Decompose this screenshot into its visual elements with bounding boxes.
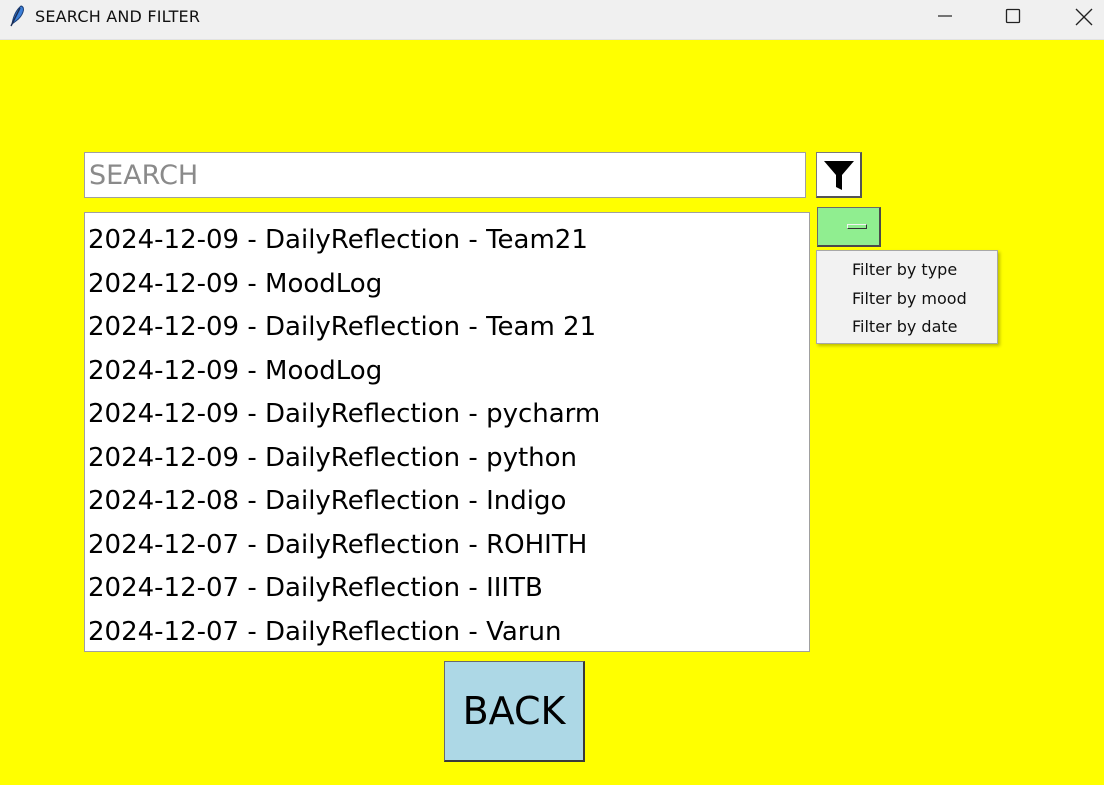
filter-dropdown-menu: Filter by type Filter by mood Filter by … [816,250,998,344]
search-input[interactable] [84,152,806,198]
list-item[interactable]: 2024-12-07 - DailyReflection - Varun [88,611,809,652]
list-item[interactable]: 2024-12-08 - DailyReflection - Indigo [88,480,809,524]
menu-item-filter-by-type[interactable]: Filter by type [817,257,997,286]
option-menu-indicator-icon [847,224,867,229]
list-item[interactable]: 2024-12-09 - DailyReflection - Team21 [88,219,809,263]
maximize-button[interactable] [978,0,1048,32]
filter-button[interactable] [816,152,862,198]
entry-list[interactable]: 2024-12-09 - DailyReflection - Team21 20… [84,212,810,652]
list-item[interactable]: 2024-12-09 - DailyReflection - python [88,437,809,481]
menu-item-filter-by-mood[interactable]: Filter by mood [817,286,997,315]
back-button[interactable]: BACK [444,661,585,762]
minimize-button[interactable] [910,0,980,32]
maximize-icon [1005,8,1021,24]
list-item[interactable]: 2024-12-09 - MoodLog [88,350,809,394]
window-title: SEARCH AND FILTER [35,7,201,26]
title-bar[interactable]: SEARCH AND FILTER [0,0,1104,40]
list-item[interactable]: 2024-12-07 - DailyReflection - IIITB [88,567,809,611]
search-and-filter-window: SEARCH AND FILTER 2024-12-09 - DailyRefl… [0,0,1104,785]
list-item[interactable]: 2024-12-07 - DailyReflection - ROHITH [88,524,809,568]
list-item[interactable]: 2024-12-09 - DailyReflection - Team 21 [88,306,809,350]
close-button[interactable] [1048,0,1104,32]
list-item[interactable]: 2024-12-09 - DailyReflection - pycharm [88,393,809,437]
list-item[interactable]: 2024-12-09 - MoodLog [88,263,809,307]
close-icon [1075,8,1093,26]
feather-icon [6,4,28,28]
filter-menu-button[interactable] [817,207,881,247]
menu-item-filter-by-date[interactable]: Filter by date [817,314,997,343]
minimize-icon [938,15,952,17]
funnel-icon [824,161,854,190]
